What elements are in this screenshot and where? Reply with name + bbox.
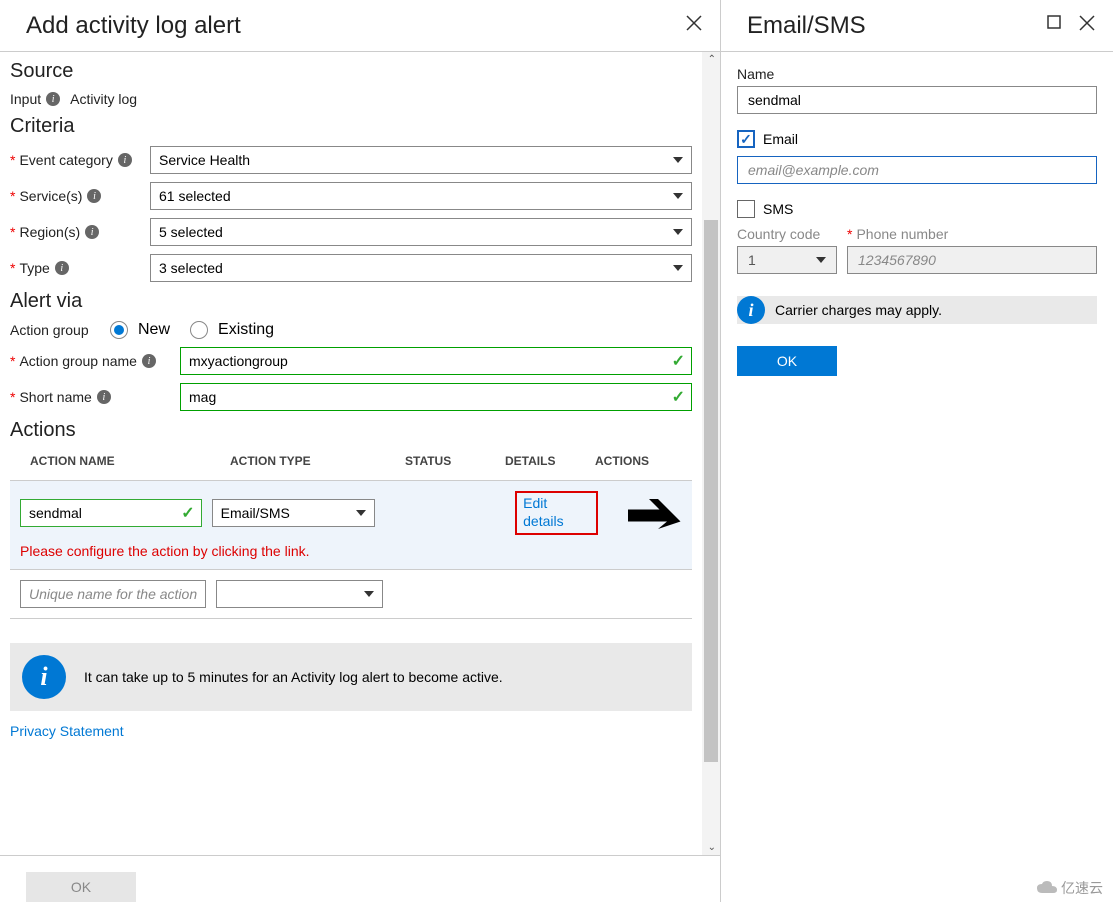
radio-existing[interactable] bbox=[190, 321, 208, 339]
expand-icon[interactable] bbox=[1047, 15, 1061, 36]
left-header: Add activity log alert bbox=[0, 0, 720, 52]
type-dropdown[interactable]: 3 selected bbox=[150, 254, 692, 282]
edit-details-link[interactable]: Edit details bbox=[523, 495, 563, 529]
event-category-label: Event category bbox=[19, 152, 112, 168]
privacy-link[interactable]: Privacy Statement bbox=[10, 723, 692, 739]
scrollbar[interactable]: ⌃ ⌄ bbox=[702, 52, 720, 855]
action-type-dropdown[interactable]: Email/SMS bbox=[212, 499, 375, 527]
email-label: Email bbox=[763, 131, 798, 147]
short-name-label: Short name bbox=[19, 389, 91, 405]
source-value: Activity log bbox=[70, 91, 137, 107]
check-icon: ✓ bbox=[672, 351, 685, 371]
info-icon[interactable]: i bbox=[87, 189, 101, 203]
phone-label: Phone number bbox=[856, 226, 948, 242]
info-icon: i bbox=[22, 655, 66, 699]
type-label: Type bbox=[19, 260, 49, 276]
regions-label: Region(s) bbox=[19, 224, 80, 240]
email-input[interactable] bbox=[737, 156, 1097, 184]
radio-existing-label: Existing bbox=[218, 321, 274, 339]
action-row-empty bbox=[10, 570, 692, 619]
check-icon: ✓ bbox=[672, 387, 685, 407]
services-label: Service(s) bbox=[19, 188, 82, 204]
carrier-banner: i Carrier charges may apply. bbox=[737, 296, 1097, 324]
services-dropdown[interactable]: 61 selected bbox=[150, 182, 692, 210]
info-banner: i It can take up to 5 minutes for an Act… bbox=[10, 643, 692, 711]
criteria-heading: Criteria bbox=[10, 115, 692, 138]
group-name-input[interactable] bbox=[181, 348, 672, 374]
country-code-dropdown[interactable]: 1 bbox=[737, 246, 837, 274]
info-icon[interactable]: i bbox=[85, 225, 99, 239]
email-checkbox[interactable] bbox=[737, 130, 755, 148]
action-name-input[interactable] bbox=[21, 505, 181, 521]
add-activity-alert-panel: Add activity log alert ⌃ ⌄ Source Inputi… bbox=[0, 0, 721, 902]
name-input[interactable] bbox=[737, 86, 1097, 114]
input-label: Input bbox=[10, 91, 41, 107]
action-group-label: Action group bbox=[10, 322, 89, 338]
arrow-icon bbox=[628, 493, 682, 534]
phone-input[interactable] bbox=[847, 246, 1097, 274]
right-header: Email/SMS bbox=[721, 0, 1113, 52]
actions-table-header: ACTION NAME ACTION TYPE STATUS DETAILS A… bbox=[10, 448, 692, 481]
event-category-dropdown[interactable]: Service Health bbox=[150, 146, 692, 174]
country-code-label: Country code bbox=[737, 226, 837, 242]
info-icon[interactable]: i bbox=[142, 354, 156, 368]
info-icon: i bbox=[737, 296, 765, 324]
info-text: It can take up to 5 minutes for an Activ… bbox=[84, 669, 503, 685]
short-name-input[interactable] bbox=[181, 384, 672, 410]
check-icon: ✓ bbox=[181, 503, 194, 523]
action-type-dropdown-empty[interactable] bbox=[216, 580, 383, 608]
radio-new[interactable] bbox=[110, 321, 128, 339]
alert-via-heading: Alert via bbox=[10, 290, 692, 313]
info-icon[interactable]: i bbox=[55, 261, 69, 275]
info-icon[interactable]: i bbox=[118, 153, 132, 167]
ok-button-disabled[interactable]: OK bbox=[26, 872, 136, 902]
action-error: Please configure the action by clicking … bbox=[20, 543, 682, 559]
group-name-label: Action group name bbox=[19, 353, 137, 369]
info-icon[interactable]: i bbox=[97, 390, 111, 404]
name-label: Name bbox=[737, 66, 1097, 82]
sms-checkbox[interactable] bbox=[737, 200, 755, 218]
close-icon[interactable] bbox=[686, 15, 702, 36]
watermark: 亿速云 bbox=[1037, 878, 1103, 898]
close-icon[interactable] bbox=[1079, 15, 1095, 36]
actions-heading: Actions bbox=[10, 419, 692, 442]
left-title: Add activity log alert bbox=[26, 12, 241, 40]
regions-dropdown[interactable]: 5 selected bbox=[150, 218, 692, 246]
action-name-input-empty[interactable] bbox=[21, 586, 205, 602]
info-icon[interactable]: i bbox=[46, 92, 60, 106]
radio-new-label: New bbox=[138, 321, 170, 339]
right-title: Email/SMS bbox=[747, 12, 866, 40]
carrier-text: Carrier charges may apply. bbox=[775, 302, 942, 318]
action-row: ✓ Email/SMS Edit details Please configur… bbox=[10, 481, 692, 570]
ok-button[interactable]: OK bbox=[737, 346, 837, 376]
email-sms-panel: Email/SMS Name Email SMS bbox=[721, 0, 1113, 902]
source-heading: Source bbox=[10, 60, 692, 83]
sms-label: SMS bbox=[763, 201, 793, 217]
